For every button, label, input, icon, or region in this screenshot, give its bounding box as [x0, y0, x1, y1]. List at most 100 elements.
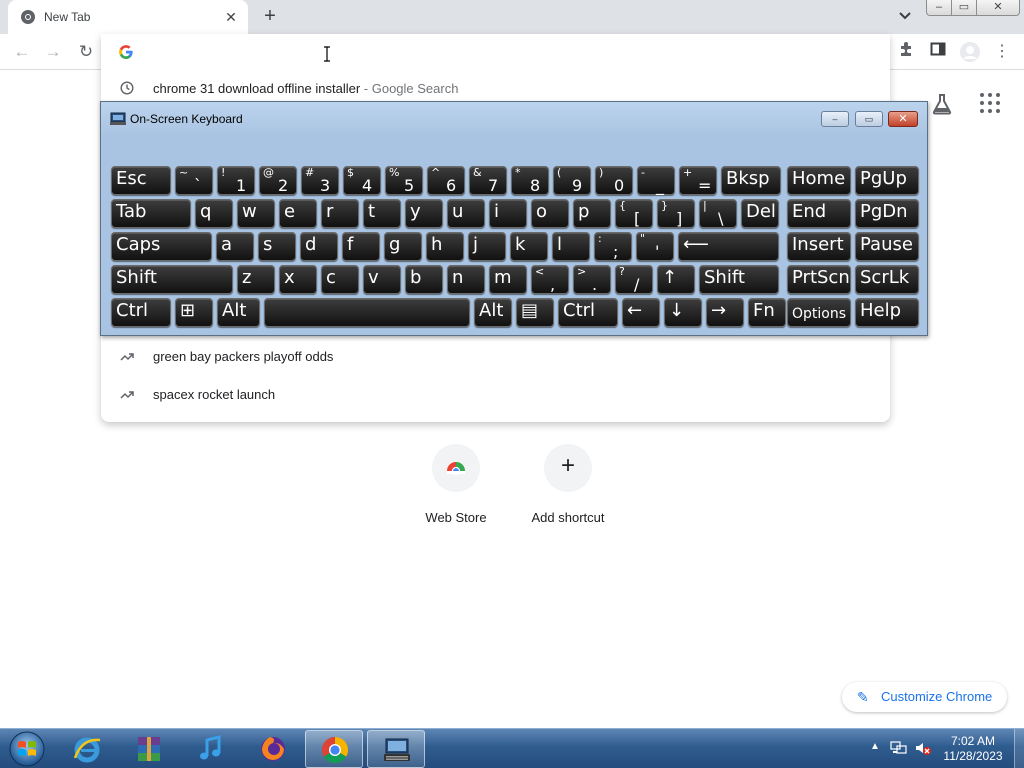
osk-key[interactable]: m: [489, 265, 527, 294]
osk-key[interactable]: PgDn: [855, 199, 919, 228]
osk-key[interactable]: + =: [679, 166, 717, 195]
osk-close-button[interactable]: ✕: [888, 111, 918, 127]
osk-key[interactable]: Ctrl: [558, 298, 618, 327]
reload-button[interactable]: ↻: [75, 41, 97, 63]
osk-titlebar[interactable]: On-Screen Keyboard – ▭ ✕: [101, 102, 927, 136]
osk-key[interactable]: Alt: [217, 298, 260, 327]
shortcut-add[interactable]: + Add shortcut: [518, 444, 618, 525]
osk-key[interactable]: }]: [657, 199, 695, 228]
osk-key[interactable]: ScrLk: [855, 265, 919, 294]
window-close-button[interactable]: ✕: [976, 0, 1020, 16]
suggestion-item[interactable]: spacex rocket launch: [101, 378, 890, 412]
tab-search-icon[interactable]: [894, 8, 916, 26]
osk-key[interactable]: k: [510, 232, 548, 261]
osk-key[interactable]: Options: [787, 298, 851, 327]
volume-muted-icon[interactable]: [914, 740, 932, 759]
chrome-labs-icon[interactable]: [930, 92, 954, 116]
osk-key[interactable]: x: [279, 265, 317, 294]
osk-key[interactable]: v: [363, 265, 401, 294]
osk-key[interactable]: | \: [699, 199, 737, 228]
osk-minimize-button[interactable]: –: [821, 111, 849, 127]
osk-key[interactable]: (9: [553, 166, 591, 195]
osk-key[interactable]: $4: [343, 166, 381, 195]
osk-maximize-button[interactable]: ▭: [855, 111, 883, 127]
osk-key[interactable]: h: [426, 232, 464, 261]
osk-key[interactable]: l: [552, 232, 590, 261]
osk-key[interactable]: PgUp: [855, 166, 919, 195]
osk-key[interactable]: Fn: [748, 298, 786, 327]
osk-key[interactable]: ⊞: [175, 298, 213, 327]
osk-key[interactable]: ▤: [516, 298, 554, 327]
show-hidden-icons-button[interactable]: ▲: [870, 741, 880, 752]
taskbar-chrome[interactable]: [305, 730, 363, 768]
osk-key[interactable]: PrtScn: [787, 265, 851, 294]
profile-icon[interactable]: [959, 41, 981, 63]
osk-key[interactable]: u: [447, 199, 485, 228]
osk-key[interactable]: i: [489, 199, 527, 228]
osk-key[interactable]: j: [468, 232, 506, 261]
extensions-icon[interactable]: [895, 41, 917, 63]
osk-key[interactable]: & 7: [469, 166, 507, 195]
osk-key[interactable]: ! 1: [217, 166, 255, 195]
osk-key[interactable]: ) 0: [595, 166, 633, 195]
tab-new-tab[interactable]: New Tab ✕: [8, 0, 248, 34]
osk-key[interactable]: e: [279, 199, 317, 228]
osk-key[interactable]: Alt: [474, 298, 512, 327]
osk-key[interactable]: t: [363, 199, 401, 228]
osk-key[interactable]: Help: [855, 298, 919, 327]
osk-key[interactable]: Caps: [111, 232, 212, 261]
taskbar-internet-explorer[interactable]: [58, 730, 116, 768]
osk-key[interactable]: y: [405, 199, 443, 228]
omnibox-input[interactable]: [145, 40, 865, 64]
osk-key[interactable]: z: [237, 265, 275, 294]
osk-key[interactable]: Shift: [111, 265, 233, 294]
osk-key[interactable]: Tab: [111, 199, 191, 228]
osk-key[interactable]: % 5: [385, 166, 423, 195]
chrome-menu-icon[interactable]: ⋮: [991, 41, 1013, 63]
osk-key[interactable]: n: [447, 265, 485, 294]
osk-key[interactable]: a: [216, 232, 254, 261]
shortcut-web-store[interactable]: Web Store: [406, 444, 506, 525]
osk-key[interactable]: ↑: [657, 265, 695, 294]
window-minimize-button[interactable]: –: [926, 0, 952, 16]
customize-chrome-button[interactable]: ✎ Customize Chrome: [842, 682, 1007, 712]
osk-key[interactable]: :;: [594, 232, 632, 261]
tab-close-icon[interactable]: ✕: [222, 8, 240, 26]
network-icon[interactable]: [890, 740, 908, 759]
osk-key[interactable]: q: [195, 199, 233, 228]
taskbar-firefox[interactable]: [244, 730, 302, 768]
osk-key[interactable]: " ': [636, 232, 674, 261]
taskbar-itunes[interactable]: [182, 730, 240, 768]
start-button[interactable]: [4, 730, 50, 768]
osk-key[interactable]: * 8: [511, 166, 549, 195]
osk-key[interactable]: Bksp: [721, 166, 781, 195]
osk-key[interactable]: Ctrl: [111, 298, 171, 327]
osk-key[interactable]: End: [787, 199, 851, 228]
back-button[interactable]: ←: [11, 41, 33, 63]
osk-key[interactable]: d: [300, 232, 338, 261]
taskbar-winrar[interactable]: [120, 730, 178, 768]
show-desktop-button[interactable]: [1014, 729, 1024, 768]
suggestion-item[interactable]: green bay packers playoff odds: [101, 340, 890, 374]
osk-key[interactable]: {[: [615, 199, 653, 228]
clock[interactable]: 7:02 AM 11/28/2023: [940, 734, 1006, 764]
osk-key[interactable]: #3: [301, 166, 339, 195]
osk-key[interactable]: o: [531, 199, 569, 228]
osk-key[interactable]: p: [573, 199, 611, 228]
osk-key[interactable]: Pause: [855, 232, 919, 261]
osk-key[interactable]: ? /: [615, 265, 653, 294]
osk-key[interactable]: ←: [622, 298, 660, 327]
osk-key[interactable]: @2: [259, 166, 297, 195]
window-maximize-button[interactable]: ▭: [951, 0, 977, 16]
osk-key[interactable]: ~ `: [175, 166, 213, 195]
osk-key[interactable]: s: [258, 232, 296, 261]
osk-key[interactable]: c: [321, 265, 359, 294]
google-apps-icon[interactable]: [980, 93, 1000, 113]
taskbar-on-screen-keyboard[interactable]: [367, 730, 425, 768]
osk-key[interactable]: ↓: [664, 298, 702, 327]
osk-key[interactable]: >.: [573, 265, 611, 294]
osk-key[interactable]: ^ 6: [427, 166, 465, 195]
osk-key[interactable]: ⟵: [678, 232, 779, 261]
osk-key[interactable]: Shift: [699, 265, 779, 294]
osk-key[interactable]: b: [405, 265, 443, 294]
